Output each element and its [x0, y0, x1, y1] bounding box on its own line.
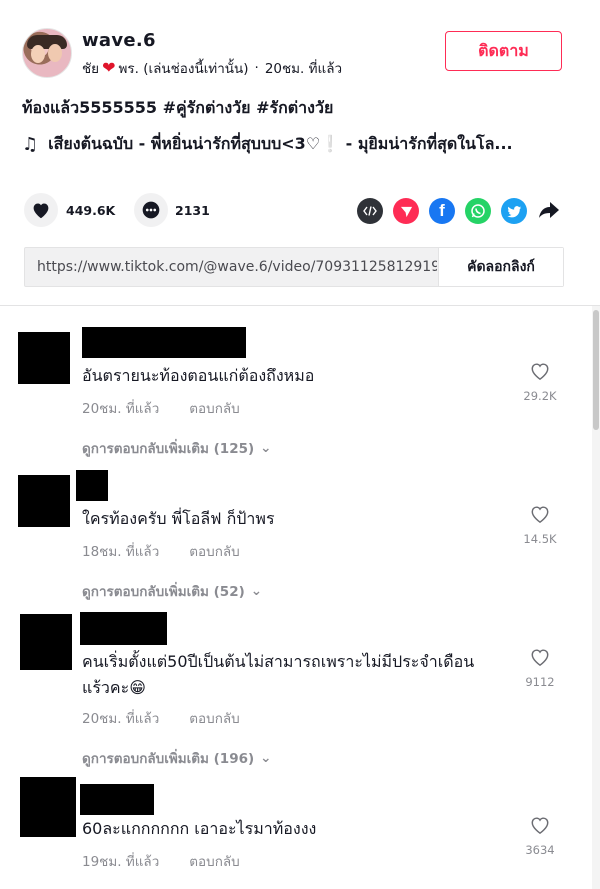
like-count: 449.6K — [66, 203, 116, 218]
comment-like[interactable]: 3634 — [510, 815, 570, 857]
commenter-name-redacted[interactable] — [76, 470, 108, 501]
section-divider — [0, 305, 600, 306]
comment-like-count: 9112 — [525, 675, 555, 689]
heart-outline-icon — [531, 817, 549, 835]
music-title: เสียงต้นฉบับ - พี่หยิ่นน่ารักที่สุบบบ<3♡… — [48, 134, 513, 153]
nickname-suffix: พร. (เล่นช่องนี้เท่านั้น) — [118, 61, 249, 77]
comment-meta: 19ชม. ที่แล้ว ตอบกลับ — [82, 850, 240, 872]
comment-like-count: 14.5K — [523, 532, 557, 546]
comment-text: อันตรายนะท้องตอนแก่ต้องถึงหมอ — [82, 366, 315, 385]
author-subline: ชัย ❤ พร. (เล่นช่องนี้เท่านั้น) · 20ชม. … — [82, 57, 342, 79]
music-note-icon: ♫ — [22, 134, 39, 155]
reply-button[interactable]: ตอบกลับ — [189, 707, 239, 729]
view-more-replies-label: ดูการตอบกลับเพิ่มเติม (52) — [82, 584, 245, 600]
chevron-down-icon: ⌄ — [250, 583, 263, 599]
commenter-avatar-redacted[interactable] — [20, 777, 76, 837]
twitter-icon[interactable] — [501, 198, 527, 224]
commenter-name-redacted[interactable] — [82, 327, 246, 358]
post-time: 20ชม. ที่แล้ว — [264, 61, 343, 77]
comment-like[interactable]: 14.5K — [510, 504, 570, 546]
comment-time: 20ชม. ที่แล้ว — [82, 711, 160, 727]
comment-time: 18ชม. ที่แล้ว — [82, 544, 160, 560]
chevron-down-icon: ⌄ — [260, 750, 272, 766]
whatsapp-icon[interactable] — [465, 198, 491, 224]
comment-button[interactable] — [134, 193, 168, 227]
comment-like-count: 29.2K — [523, 389, 557, 403]
like-button[interactable] — [24, 193, 58, 227]
comment-text: ใครท้องครับ พี่โอลีฟ ก็ป้าพร — [82, 509, 275, 528]
comment-count: 2131 — [175, 203, 210, 218]
reply-button[interactable]: ตอบกลับ — [189, 850, 239, 872]
video-url[interactable]: https://www.tiktok.com/@wave.6/video/709… — [37, 259, 437, 275]
heart-outline-icon — [531, 649, 549, 667]
comment-like[interactable]: 9112 — [510, 647, 570, 689]
heart-icon — [33, 203, 49, 219]
follow-button[interactable]: ติดตาม — [445, 31, 562, 71]
comment-time: 19ชม. ที่แล้ว — [82, 854, 160, 870]
chevron-down-icon: ⌄ — [260, 440, 272, 456]
comment-text: 60ละแกกกกกก เอาอะไรมาท้องงง — [82, 819, 317, 838]
share-arrow-icon[interactable] — [538, 200, 560, 224]
reply-button[interactable]: ตอบกลับ — [189, 540, 239, 562]
nickname-prefix: ชัย — [82, 61, 100, 77]
view-more-replies[interactable]: ดูการตอบกลับเพิ่มเติม (125) ⌄ — [82, 437, 271, 459]
heart-outline-icon — [531, 363, 549, 381]
avatar-face — [31, 45, 45, 63]
view-more-replies-label: ดูการตอบกลับเพิ่มเติม (196) — [82, 751, 255, 767]
commenter-name-redacted[interactable] — [80, 612, 167, 645]
red-heart-icon: ❤ — [102, 58, 116, 77]
view-more-replies-label: ดูการตอบกลับเพิ่มเติม (125) — [82, 441, 255, 457]
scrollbar-thumb[interactable] — [593, 310, 599, 430]
send-icon[interactable] — [393, 198, 419, 224]
copy-link-button[interactable]: คัดลอกลิงก์ — [438, 248, 563, 286]
comment-meta: 20ชม. ที่แล้ว ตอบกลับ — [82, 707, 240, 729]
commenter-avatar-redacted[interactable] — [18, 332, 70, 384]
commenter-name-redacted[interactable] — [80, 784, 154, 815]
comment-like[interactable]: 29.2K — [510, 361, 570, 403]
view-more-replies[interactable]: ดูการตอบกลับเพิ่มเติม (196) ⌄ — [82, 747, 271, 769]
separator: · — [254, 60, 259, 76]
comment-time: 20ชม. ที่แล้ว — [82, 401, 160, 417]
comment-text: คนเริ่มตั้งแต่50ปีเป็นต้นไม่สามารถเพราะไ… — [82, 652, 475, 697]
comment-like-count: 3634 — [525, 843, 555, 857]
avatar-face — [48, 44, 62, 62]
author-avatar[interactable] — [22, 28, 72, 78]
view-more-replies[interactable]: ดูการตอบกลับเพิ่มเติม (52) ⌄ — [82, 580, 262, 602]
comment-meta: 18ชม. ที่แล้ว ตอบกลับ — [82, 540, 240, 562]
author-username[interactable]: wave.6 — [82, 30, 156, 51]
heart-outline-icon — [531, 506, 549, 524]
music-row[interactable]: ♫ เสียงต้นฉบับ - พี่หยิ่นน่ารักที่สุบบบ<… — [22, 132, 582, 157]
reply-button[interactable]: ตอบกลับ — [189, 397, 239, 419]
embed-icon[interactable] — [357, 198, 383, 224]
commenter-avatar-redacted[interactable] — [18, 475, 70, 527]
commenter-avatar-redacted[interactable] — [20, 614, 72, 670]
comment-meta: 20ชม. ที่แล้ว ตอบกลับ — [82, 397, 240, 419]
comment-icon — [142, 201, 160, 219]
facebook-icon[interactable]: f — [429, 198, 455, 224]
post-caption: ท้องแล้ว5555555 #คู่รักต่างวัย #รักต่างว… — [22, 98, 334, 117]
link-box: https://www.tiktok.com/@wave.6/video/709… — [24, 247, 564, 287]
